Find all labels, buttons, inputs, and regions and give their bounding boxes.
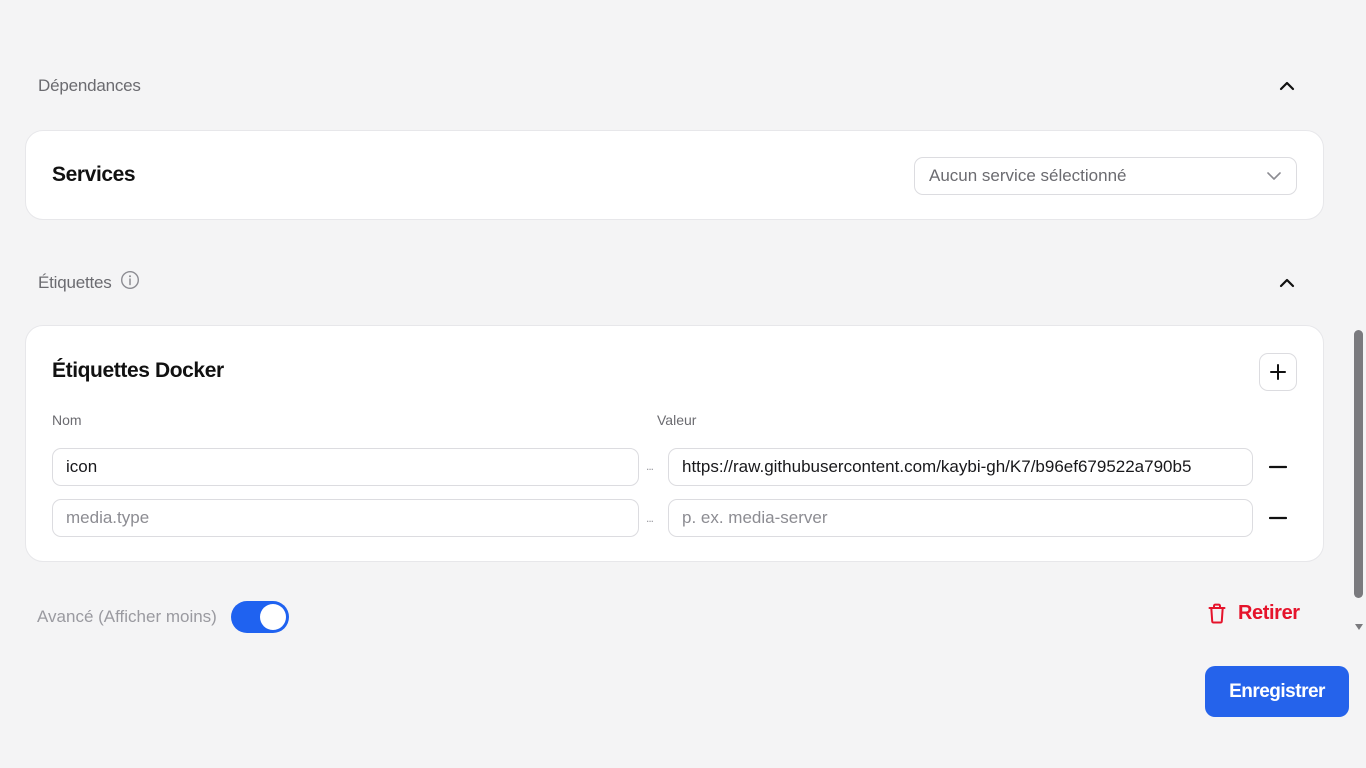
- labels-title-wrap: Étiquettes: [38, 270, 140, 295]
- chevron-up-icon[interactable]: [1276, 272, 1298, 294]
- minus-icon: [1269, 516, 1287, 520]
- remove-button[interactable]: Retirer: [1208, 602, 1300, 625]
- page: Dépendances Services Aucun service sélec…: [0, 0, 1366, 768]
- docker-labels-title: Étiquettes Docker: [52, 359, 224, 382]
- services-card: Services Aucun service sélectionné: [25, 130, 1324, 220]
- label-value-input[interactable]: [668, 448, 1253, 486]
- scrollbar[interactable]: [1352, 0, 1366, 768]
- save-button[interactable]: Enregistrer: [1205, 666, 1349, 717]
- info-icon[interactable]: [120, 270, 140, 295]
- scroll-down-arrow-icon[interactable]: [1355, 624, 1363, 630]
- remove-row-button[interactable]: [1267, 456, 1289, 478]
- services-select-value: Aucun service sélectionné: [929, 166, 1127, 185]
- dependencies-title: Dépendances: [38, 76, 141, 95]
- chevron-down-icon: [1266, 166, 1282, 186]
- row-separator: ...: [646, 511, 654, 525]
- labels-header[interactable]: Étiquettes: [38, 270, 1298, 295]
- label-name-input[interactable]: [52, 448, 639, 486]
- scrollbar-thumb[interactable]: [1354, 330, 1363, 598]
- advanced-toggle-row: Avancé (Afficher moins): [37, 601, 289, 633]
- remove-label: Retirer: [1238, 602, 1300, 624]
- toggle-knob: [259, 604, 286, 630]
- advanced-toggle[interactable]: [230, 601, 289, 633]
- remove-row-button[interactable]: [1267, 507, 1289, 529]
- value-column-label: Valeur: [657, 412, 697, 428]
- docker-labels-card: Étiquettes Docker Nom Valeur ... ...: [25, 325, 1324, 562]
- labels-title: Étiquettes: [38, 272, 112, 292]
- minus-icon: [1269, 465, 1287, 469]
- dependencies-header[interactable]: Dépendances: [38, 75, 1298, 97]
- advanced-label: Avancé (Afficher moins): [37, 607, 217, 626]
- trash-icon: [1208, 603, 1226, 624]
- label-name-input[interactable]: [52, 499, 639, 537]
- services-label: Services: [52, 163, 136, 186]
- label-value-input[interactable]: [668, 499, 1253, 537]
- plus-icon: [1270, 364, 1286, 380]
- add-label-button[interactable]: [1259, 353, 1297, 391]
- services-select[interactable]: Aucun service sélectionné: [914, 157, 1297, 195]
- name-column-label: Nom: [52, 412, 82, 428]
- row-separator: ...: [646, 459, 654, 473]
- chevron-up-icon[interactable]: [1276, 75, 1298, 97]
